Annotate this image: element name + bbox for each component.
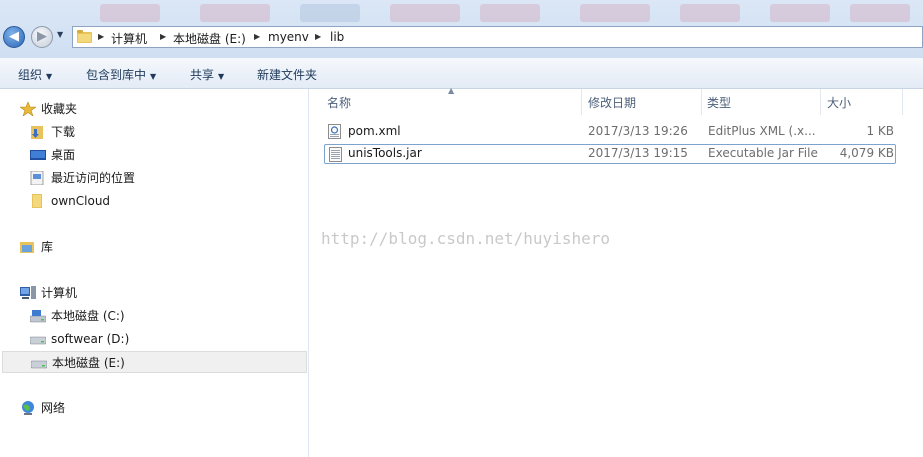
blurred-tab bbox=[850, 4, 910, 22]
nav-recent-places[interactable]: 最近访问的位置 bbox=[30, 167, 230, 189]
chevron-down-icon: ▼ bbox=[46, 72, 53, 81]
share-button[interactable]: 共享 ▼ bbox=[190, 66, 224, 83]
file-size: 1 KB bbox=[866, 124, 894, 138]
blurred-tab bbox=[300, 4, 360, 22]
nav-drive-d[interactable]: softwear (D:) bbox=[30, 328, 230, 350]
blurred-tab bbox=[770, 4, 830, 22]
file-modified: 2017/3/13 19:15 bbox=[588, 146, 688, 160]
breadcrumb-drive-e[interactable]: 本地磁盘 (E:) bbox=[173, 30, 246, 47]
hard-drive-icon bbox=[30, 336, 46, 345]
watermark-text: http://blog.csdn.net/huyishero bbox=[321, 229, 610, 248]
nav-label: 收藏夹 bbox=[41, 102, 78, 116]
nav-label: 本地磁盘 (E:) bbox=[52, 356, 125, 370]
column-header-type[interactable]: 类型 bbox=[707, 94, 731, 111]
breadcrumb-separator-icon[interactable]: ▶ bbox=[315, 32, 321, 41]
nav-label: ownCloud bbox=[51, 194, 111, 208]
file-row[interactable]: pom.xml 2017/3/13 19:26 EditPlus XML (.x… bbox=[324, 122, 896, 142]
file-list-pane: ▲ 名称 修改日期 类型 大小 pom.xml 2017/3/13 19:26 … bbox=[309, 86, 923, 457]
favorites-star-icon bbox=[20, 102, 36, 116]
blurred-tab bbox=[480, 4, 540, 22]
include-in-library-button[interactable]: 包含到库中 ▼ bbox=[86, 66, 156, 83]
column-divider[interactable] bbox=[902, 89, 903, 115]
command-toolbar: 组织 ▼ 包含到库中 ▼ 共享 ▼ 新建文件夹 bbox=[0, 58, 923, 89]
file-name: pom.xml bbox=[348, 124, 401, 138]
back-button[interactable]: ◀ bbox=[3, 26, 25, 48]
organize-button[interactable]: 组织 ▼ bbox=[18, 66, 52, 83]
breadcrumb-myenv[interactable]: myenv bbox=[268, 30, 309, 44]
nav-label: softwear (D:) bbox=[51, 332, 130, 346]
desktop-icon bbox=[30, 150, 46, 160]
nav-network[interactable]: 网络 bbox=[20, 397, 220, 419]
nav-desktop[interactable]: 桌面 bbox=[30, 144, 230, 166]
nav-label: 最近访问的位置 bbox=[51, 171, 136, 185]
nav-label: 下载 bbox=[51, 125, 76, 139]
hard-drive-icon bbox=[30, 310, 46, 323]
title-bar-area: ◀ ▶ ▼ ▶ 计算机 ▶ 本地磁盘 (E:) ▶ myenv ▶ lib bbox=[0, 0, 923, 58]
hard-drive-icon bbox=[31, 360, 47, 369]
library-icon bbox=[20, 242, 34, 253]
xml-file-icon bbox=[328, 124, 341, 139]
folder-icon bbox=[77, 30, 92, 43]
sort-ascending-icon: ▲ bbox=[448, 86, 455, 95]
forward-arrow-icon: ▶ bbox=[37, 29, 47, 44]
blurred-tab bbox=[390, 4, 460, 22]
back-arrow-icon: ◀ bbox=[9, 29, 19, 44]
downloads-folder-icon bbox=[31, 126, 43, 139]
include-in-library-label: 包含到库中 bbox=[86, 68, 147, 82]
column-header-name[interactable]: 名称 bbox=[327, 94, 351, 111]
nav-favorites[interactable]: 收藏夹 bbox=[20, 98, 220, 120]
column-header-modified[interactable]: 修改日期 bbox=[588, 94, 636, 111]
nav-drive-e[interactable]: 本地磁盘 (E:) bbox=[2, 351, 307, 373]
nav-label: 网络 bbox=[41, 401, 66, 415]
column-divider[interactable] bbox=[701, 89, 702, 115]
blurred-tab bbox=[100, 4, 160, 22]
recent-pages-dropdown[interactable]: ▼ bbox=[57, 30, 63, 39]
column-header-size[interactable]: 大小 bbox=[827, 94, 851, 111]
chevron-down-icon: ▼ bbox=[218, 72, 225, 81]
nav-libraries[interactable]: 库 bbox=[20, 236, 220, 258]
blurred-tab bbox=[580, 4, 650, 22]
breadcrumb-separator-icon[interactable]: ▶ bbox=[98, 32, 104, 41]
file-size: 4,079 KB bbox=[839, 146, 894, 160]
breadcrumb-lib[interactable]: lib bbox=[330, 30, 344, 44]
nav-computer[interactable]: 计算机 bbox=[20, 282, 220, 304]
navigation-pane: 收藏夹 下载 桌面 最近访问的位置 ownCloud 库 计算机 本地磁盘 (C… bbox=[0, 89, 309, 457]
nav-label: 桌面 bbox=[51, 148, 76, 162]
file-name: unisTools.jar bbox=[348, 146, 422, 160]
nav-label: 库 bbox=[41, 240, 54, 254]
file-modified: 2017/3/13 19:26 bbox=[588, 124, 688, 138]
share-label: 共享 bbox=[190, 68, 215, 82]
network-globe-icon bbox=[22, 401, 34, 415]
folder-icon bbox=[32, 194, 42, 208]
file-row[interactable]: unisTools.jar 2017/3/13 19:15 Executable… bbox=[324, 144, 896, 164]
chevron-down-icon: ▼ bbox=[150, 72, 157, 81]
nav-drive-c[interactable]: 本地磁盘 (C:) bbox=[30, 305, 230, 327]
blurred-tab bbox=[680, 4, 740, 22]
nav-label: 本地磁盘 (C:) bbox=[51, 309, 125, 323]
organize-label: 组织 bbox=[18, 68, 43, 82]
forward-button[interactable]: ▶ bbox=[31, 26, 53, 48]
column-divider[interactable] bbox=[581, 89, 582, 115]
breadcrumb-separator-icon[interactable]: ▶ bbox=[254, 32, 260, 41]
file-type: Executable Jar File bbox=[708, 146, 818, 160]
nav-owncloud[interactable]: ownCloud bbox=[30, 190, 230, 212]
recent-places-icon bbox=[30, 171, 44, 185]
jar-file-icon bbox=[329, 147, 342, 162]
breadcrumb-separator-icon[interactable]: ▶ bbox=[160, 32, 166, 41]
nav-downloads[interactable]: 下载 bbox=[30, 121, 230, 143]
file-type: EditPlus XML (.x... bbox=[708, 124, 816, 138]
computer-icon bbox=[20, 286, 36, 299]
new-folder-button[interactable]: 新建文件夹 bbox=[257, 66, 317, 83]
nav-label: 计算机 bbox=[41, 286, 78, 300]
breadcrumb-computer[interactable]: 计算机 bbox=[111, 30, 147, 47]
blurred-tab bbox=[200, 4, 270, 22]
address-bar[interactable]: ▶ 计算机 ▶ 本地磁盘 (E:) ▶ myenv ▶ lib bbox=[72, 26, 923, 48]
column-divider[interactable] bbox=[820, 89, 821, 115]
